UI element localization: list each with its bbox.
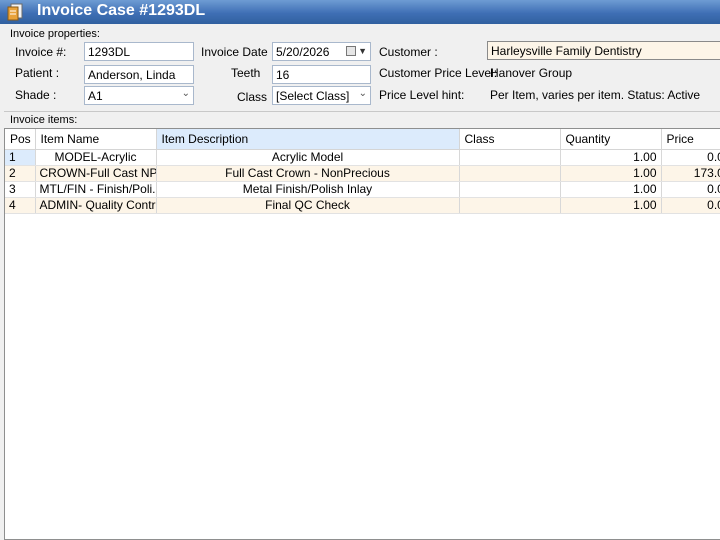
class-dropdown[interactable]: [Select Class] ⌄ (272, 86, 371, 105)
invoice-number-value: 1293DL (88, 45, 131, 59)
row-quantity: 1.00 (560, 181, 662, 198)
table-row[interactable]: 1 MODEL-Acrylic Acrylic Model 1.00 0.00 (5, 149, 720, 166)
row-item-description: Metal Finish/Polish Inlay (156, 181, 460, 198)
shade-value: A1 (88, 89, 103, 103)
title-bar: Invoice Case #1293DL (0, 0, 720, 24)
invoice-date-picker[interactable]: 5/20/2026 ▼ (272, 42, 371, 61)
window-title: Invoice Case #1293DL (37, 2, 206, 19)
price-level-hint-value: Per Item, varies per item. Status: Activ… (490, 88, 701, 102)
row-item-description: Full Cast Crown - NonPrecious (156, 165, 460, 182)
chevron-down-icon: ⌄ (358, 88, 367, 99)
row-price: 0.00 (661, 149, 720, 166)
calendar-icon[interactable] (346, 46, 356, 56)
invoice-number-field[interactable]: 1293DL (84, 42, 194, 61)
customer-price-level-label: Customer Price Level: (379, 66, 498, 80)
column-header-item-description[interactable]: Item Description (156, 129, 460, 150)
customer-label: Customer : (379, 45, 438, 59)
section-divider (4, 111, 720, 112)
dropdown-arrow-icon[interactable]: ▼ (358, 46, 367, 56)
column-header-class[interactable]: Class (459, 129, 561, 150)
column-header-price[interactable]: Price (661, 129, 720, 150)
row-item-name: MTL/FIN - Finish/Poli... (35, 181, 157, 198)
row-price: 0.00 (661, 181, 720, 198)
row-class (459, 165, 561, 182)
invoice-number-label: Invoice #: (15, 45, 67, 59)
teeth-label: Teeth (231, 66, 261, 80)
row-quantity: 1.00 (560, 165, 662, 182)
invoice-date-label: Invoice Date (201, 45, 268, 59)
invoice-items-label: Invoice items: (10, 114, 78, 126)
customer-field[interactable]: Harleysville Family Dentistry (487, 41, 720, 60)
invoice-items-grid[interactable]: Pos Item Name Item Description Class Qua… (4, 128, 720, 540)
customer-price-level-value: Hanover Group (490, 66, 573, 80)
class-label: Class (237, 90, 268, 104)
teeth-field[interactable]: 16 (272, 65, 371, 84)
invoice-date-value: 5/20/2026 (276, 45, 330, 59)
customer-value: Harleysville Family Dentistry (491, 44, 642, 58)
teeth-value: 16 (276, 68, 290, 82)
row-quantity: 1.00 (560, 149, 662, 166)
row-quantity: 1.00 (560, 197, 662, 214)
invoice-app-icon (6, 3, 26, 21)
price-level-hint-label: Price Level hint: (379, 88, 465, 102)
row-item-name: CROWN-Full Cast NP (35, 165, 157, 182)
class-value: [Select Class] (276, 89, 350, 103)
row-item-description: Final QC Check (156, 197, 460, 214)
shade-label: Shade : (15, 88, 57, 102)
patient-value: Anderson, Linda (88, 68, 176, 82)
row-pos: 1 (5, 149, 36, 166)
table-row[interactable]: 4 ADMIN- Quality Control Final QC Check … (5, 197, 720, 214)
table-row[interactable]: 3 MTL/FIN - Finish/Poli... Metal Finish/… (5, 181, 720, 198)
patient-label: Patient : (15, 66, 60, 80)
row-pos: 2 (5, 165, 36, 182)
row-item-name: ADMIN- Quality Control (35, 197, 157, 214)
row-pos: 3 (5, 181, 36, 198)
table-row[interactable]: 2 CROWN-Full Cast NP Full Cast Crown - N… (5, 165, 720, 182)
invoice-properties-label: Invoice properties: (10, 28, 100, 40)
shade-dropdown[interactable]: A1 ⌄ (84, 86, 194, 105)
row-price: 0.00 (661, 197, 720, 214)
patient-field[interactable]: Anderson, Linda (84, 65, 194, 84)
column-header-item-name[interactable]: Item Name (35, 129, 157, 150)
row-pos: 4 (5, 197, 36, 214)
row-class (459, 149, 561, 166)
column-header-quantity[interactable]: Quantity (560, 129, 662, 150)
row-item-description: Acrylic Model (156, 149, 460, 166)
row-class (459, 197, 561, 214)
row-class (459, 181, 561, 198)
grid-header-row: Pos Item Name Item Description Class Qua… (5, 129, 720, 150)
row-price: 173.00 (661, 165, 720, 182)
column-header-pos[interactable]: Pos (5, 129, 36, 150)
row-item-name: MODEL-Acrylic (35, 149, 157, 166)
chevron-down-icon: ⌄ (181, 88, 190, 99)
